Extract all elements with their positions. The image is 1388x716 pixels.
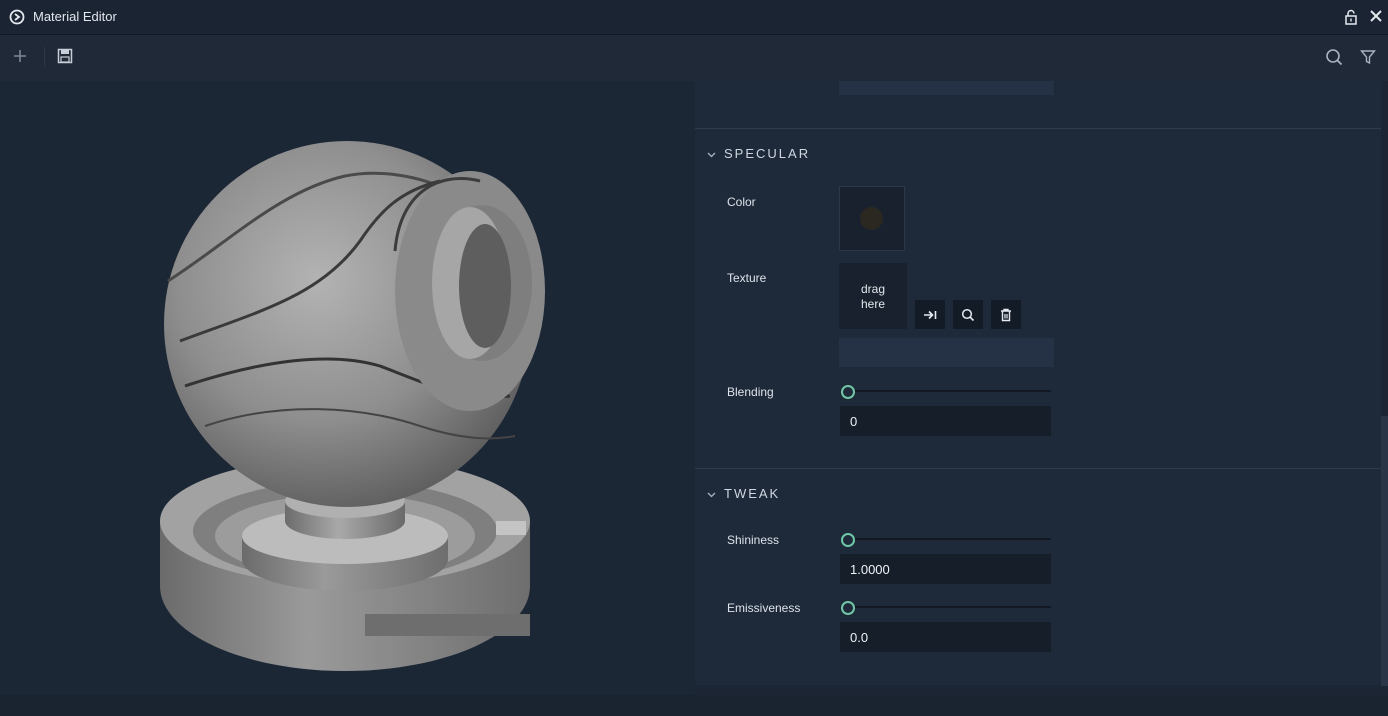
emissiveness-slider-thumb[interactable] — [841, 601, 855, 615]
title-bar: Material Editor — [0, 0, 1388, 35]
window-title: Material Editor — [33, 9, 117, 24]
emissiveness-slider-track[interactable] — [841, 606, 1051, 608]
close-icon[interactable] — [1369, 9, 1383, 23]
panel-bottom-strip — [695, 685, 1388, 695]
material-preview-model — [160, 141, 545, 671]
app-logo-icon — [9, 9, 25, 25]
arrow-into-icon — [924, 310, 937, 320]
material-preview-viewport[interactable] — [0, 81, 695, 695]
texture-drop-zone[interactable]: drag here — [839, 263, 907, 329]
shininess-label: Shininess — [727, 533, 780, 547]
find-texture-button[interactable] — [953, 300, 983, 329]
section-divider — [695, 128, 1388, 129]
blending-slider-track[interactable] — [841, 390, 1051, 392]
shininess-slider-track[interactable] — [841, 538, 1051, 540]
specular-color-swatch[interactable] — [839, 186, 905, 251]
specular-section-header[interactable]: SPECULAR — [707, 146, 810, 161]
save-icon[interactable] — [57, 48, 73, 64]
blending-value-input[interactable]: 0 — [840, 406, 1051, 436]
drop-zone-text-line1: drag — [860, 282, 886, 296]
magnifier-icon — [961, 308, 975, 322]
drop-zone-text-line2: here — [860, 297, 886, 311]
lock-icon[interactable] — [1344, 9, 1358, 25]
assign-texture-button[interactable] — [915, 300, 945, 329]
properties-panel: SPECULAR Color Texture drag here Blendin… — [695, 81, 1388, 685]
specular-title: SPECULAR — [724, 146, 811, 161]
tweak-title: TWEAK — [724, 486, 781, 501]
filter-icon[interactable] — [1360, 49, 1376, 65]
emissiveness-value-input[interactable]: 0.0 — [840, 622, 1051, 652]
chevron-down-icon — [707, 492, 716, 498]
color-preview — [860, 207, 883, 230]
chevron-down-icon — [707, 152, 716, 158]
trash-icon — [1001, 308, 1011, 322]
blending-slider-thumb[interactable] — [841, 385, 855, 399]
toolbar — [0, 35, 1388, 81]
plus-icon[interactable] — [12, 48, 28, 64]
search-icon[interactable] — [1325, 48, 1343, 66]
blending-label: Blending — [727, 385, 774, 399]
shininess-value-input[interactable]: 1.0000 — [840, 554, 1051, 584]
shininess-slider-thumb[interactable] — [841, 533, 855, 547]
toolbar-separator — [44, 47, 45, 67]
status-bar — [0, 695, 1388, 716]
emissiveness-label: Emissiveness — [727, 601, 801, 615]
properties-scrollbar-thumb[interactable] — [1381, 416, 1388, 686]
clear-texture-button[interactable] — [991, 300, 1021, 329]
texture-path-field[interactable] — [839, 338, 1054, 367]
texture-label: Texture — [727, 271, 767, 285]
previous-field-box — [839, 81, 1054, 95]
section-divider — [695, 468, 1388, 469]
tweak-section-header[interactable]: TWEAK — [707, 486, 780, 501]
color-label: Color — [727, 195, 756, 209]
